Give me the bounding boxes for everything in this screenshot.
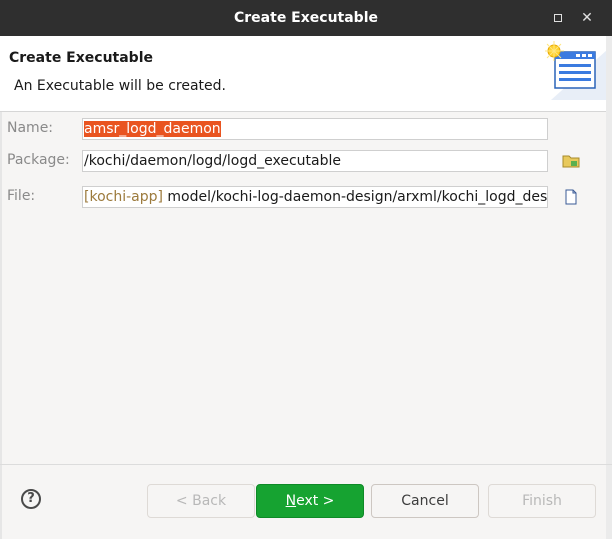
package-field[interactable]: /kochi/daemon/logd/logd_executable <box>82 150 548 172</box>
next-mnemonic: N <box>285 493 297 509</box>
left-edge <box>0 112 2 539</box>
name-field[interactable]: amsr_logd_daemon <box>82 118 548 140</box>
help-icon[interactable]: ? <box>21 489 41 509</box>
file-icon[interactable] <box>562 188 580 206</box>
new-window-wizard-icon <box>545 41 607 100</box>
finish-button[interactable]: Finish <box>488 484 596 518</box>
wizard-heading: Create Executable <box>9 50 153 66</box>
folder-icon[interactable] <box>562 152 580 170</box>
wizard-description: An Executable will be created. <box>14 78 226 94</box>
file-project-prefix: [kochi-app] <box>84 189 163 205</box>
package-label: Package: <box>7 152 70 168</box>
file-field[interactable]: [kochi-app] model/kochi-log-daemon-desig… <box>82 186 548 208</box>
file-label: File: <box>7 188 36 204</box>
back-button[interactable]: < Back <box>147 484 255 518</box>
next-label: ext > <box>296 493 335 509</box>
name-label: Name: <box>7 120 54 136</box>
footer-divider <box>0 464 612 465</box>
file-value: model/kochi-log-daemon-design/arxml/koch… <box>162 189 548 205</box>
wizard-banner: Create Executable An Executable will be … <box>0 36 612 112</box>
next-button[interactable]: Next > <box>256 484 364 518</box>
package-value: /kochi/daemon/logd/logd_executable <box>84 153 341 169</box>
maximize-icon[interactable] <box>549 9 567 27</box>
title-bar: Create Executable ✕ <box>0 0 612 36</box>
window-title: Create Executable <box>234 10 378 26</box>
close-icon[interactable]: ✕ <box>578 9 596 27</box>
cancel-button[interactable]: Cancel <box>371 484 479 518</box>
name-value: amsr_logd_daemon <box>84 121 221 137</box>
